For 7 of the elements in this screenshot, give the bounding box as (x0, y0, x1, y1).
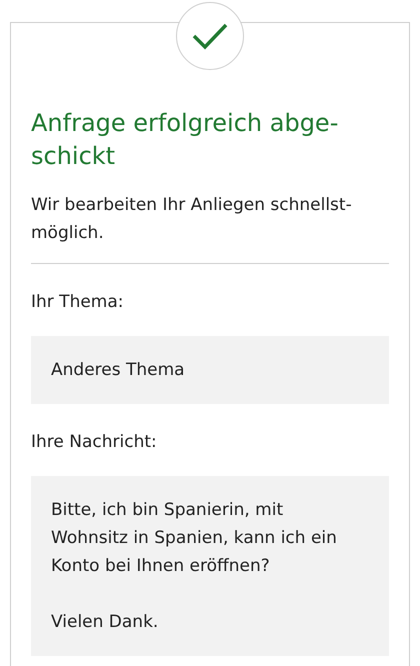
field-label: Ihre Nachricht: (31, 431, 158, 454)
field-value: Bitte, ich bin Spanierin, mit Wohnsitz in Spanien, kann ich ein Konto bei Ihnen eröffnen? Vielen Dank. (31, 476, 389, 656)
success-title: Anfrage erfolgreich abge- schickt (31, 108, 340, 172)
info-text: Wir bearbeiten Ihr Anliegen schnellst- möglich. (31, 194, 353, 245)
field-label: Ihr Thema: (31, 291, 125, 314)
checkmark-icon (192, 22, 228, 50)
field-value: Anderes Thema (31, 336, 389, 404)
